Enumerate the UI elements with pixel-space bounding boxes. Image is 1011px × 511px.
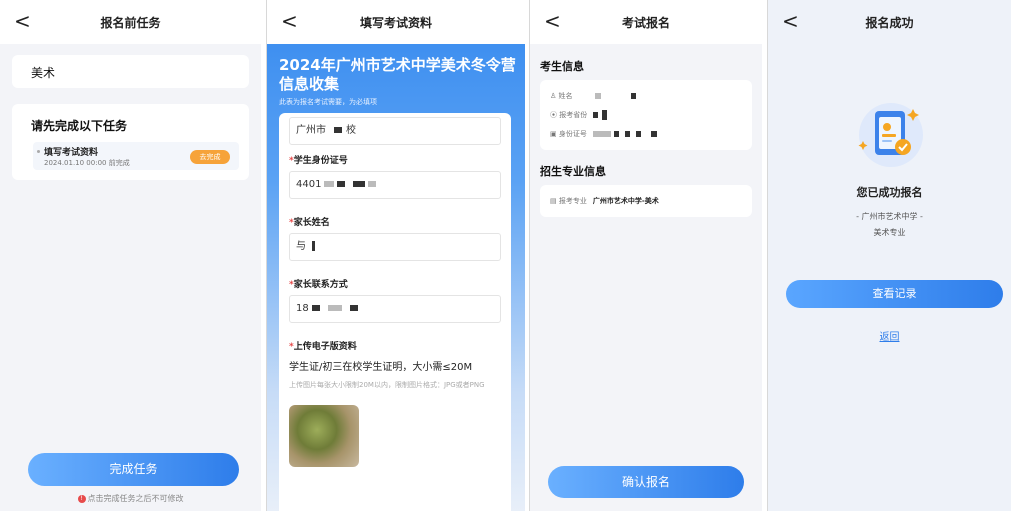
upload-tip: 学生证/初三在校学生证明，大小需≤20M (289, 362, 473, 373)
masked-text (613, 131, 619, 137)
student-info-card: ♙ 姓名 ⦿ 报考省份 ▣ 身份证号 (540, 80, 752, 150)
parent-phone-field[interactable]: 18 (289, 295, 501, 323)
masked-text (334, 127, 342, 133)
bullet-icon (37, 150, 40, 153)
page-title: 报名前任务 (100, 16, 161, 30)
screen-pre-registration-tasks: < 报名前任务 美术 请先完成以下任务 填写考试资料 2024.01.10 00… (0, 0, 261, 511)
parent-phone-label: *家长联系方式 (289, 280, 348, 290)
task-name: 填写考试资料 (44, 148, 99, 158)
go-complete-button[interactable]: 去完成 (190, 150, 230, 164)
banner-subtitle: 此表为报名考试需要，为必填项 (279, 98, 377, 106)
upload-note: 上传图片每张大小限制20M以内，限制图片格式：JPG或者PNG (289, 381, 485, 389)
person-icon: ♙ (550, 92, 557, 100)
finish-task-button[interactable]: 完成任务 (28, 453, 239, 486)
page-title: 考试报名 (621, 16, 670, 30)
nav-bar: < 填写考试资料 (267, 0, 525, 44)
nav-bar: < 考试报名 (530, 0, 762, 44)
province-row: ⦿ 报考省份 (550, 110, 608, 120)
major-value: 广州市艺术中学-美术 (592, 197, 659, 205)
masked-text (324, 181, 335, 187)
masked-text (602, 110, 608, 120)
masked-text (327, 305, 342, 311)
alert-icon: ! (77, 494, 86, 503)
task-deadline: 2024.01.10 00:00 前完成 (44, 159, 130, 167)
banner-title: 2024年广州市艺术中学美术冬令营信息收集 (279, 56, 516, 93)
masked-text (368, 181, 377, 187)
success-major: 美术专业 (873, 228, 906, 237)
success-school: - 广州市艺术中学 - (856, 212, 923, 221)
task-heading: 请先完成以下任务 (31, 119, 128, 133)
id-field[interactable]: 4401 (289, 171, 501, 199)
masked-text (650, 131, 657, 137)
masked-text (592, 131, 611, 137)
school-field[interactable]: 广州市 校 (289, 117, 501, 145)
return-link[interactable]: 返回 (768, 328, 1011, 343)
masked-text (311, 305, 320, 311)
masked-text (624, 131, 630, 137)
page-title: 报名成功 (865, 16, 914, 30)
student-info-heading: 考生信息 (540, 60, 584, 73)
location-icon: ⦿ (550, 111, 557, 119)
success-document-icon (858, 103, 923, 167)
success-title: 您已成功报名 (856, 186, 923, 199)
screen-registration-success: < 报名成功 您已成功报名 - 广州市艺术中学 - 美术专业 查看记录 返回 (767, 0, 1011, 511)
school-suffix: 校 (346, 125, 356, 136)
document-icon: ▤ (550, 197, 557, 205)
confirm-registration-button[interactable]: 确认报名 (548, 466, 744, 498)
masked-text (635, 131, 641, 137)
major-info-card: ▤ 报考专业 广州市艺术中学-美术 (540, 185, 752, 217)
screen-exam-info-form: < 填写考试资料 2024年广州市艺术中学美术冬令营信息收集 此表为报名考试需要… (266, 0, 525, 511)
parent-name-value: 与 (296, 241, 306, 252)
screen-exam-registration: < 考试报名 考生信息 ♙ 姓名 ⦿ 报考省份 ▣ 身份证号 招生专业信息 ▤ … (529, 0, 762, 511)
parent-name-label: *家长姓名 (289, 218, 330, 228)
masked-text (594, 93, 601, 99)
id-card-icon: ▣ (550, 130, 557, 138)
task-item[interactable]: 填写考试资料 2024.01.10 00:00 前完成 去完成 (33, 142, 239, 170)
nav-bar: < 报名前任务 (0, 0, 261, 44)
uploaded-image-thumbnail[interactable] (289, 405, 359, 467)
view-records-button[interactable]: 查看记录 (786, 280, 1003, 308)
parent-name-field[interactable]: 与 (289, 233, 501, 261)
parent-phone-value: 18 (296, 303, 309, 314)
school-value: 广州市 (296, 125, 326, 136)
task-card: 请先完成以下任务 填写考试资料 2024.01.10 00:00 前完成 去完成 (12, 104, 249, 180)
masked-text (593, 112, 599, 118)
upload-label: *上传电子版资料 (289, 342, 357, 352)
nav-bar: < 报名成功 (768, 0, 1011, 44)
masked-text (337, 181, 346, 187)
id-value: 4401 (296, 179, 322, 190)
major-info-heading: 招生专业信息 (540, 165, 606, 178)
finish-warning: ! 点击完成任务之后不可修改 (0, 493, 261, 504)
warning-text: 点击完成任务之后不可修改 (87, 494, 184, 503)
masked-text (630, 93, 636, 99)
idcard-row: ▣ 身份证号 (550, 129, 657, 139)
masked-text (312, 241, 315, 251)
major-name: 美术 (31, 66, 56, 80)
masked-text (349, 305, 358, 311)
masked-text (353, 181, 366, 187)
page-title: 填写考试资料 (359, 16, 432, 30)
name-row: ♙ 姓名 (550, 91, 636, 101)
major-row: ▤ 报考专业 广州市艺术中学-美术 (550, 197, 659, 205)
id-label: *学生身份证号 (289, 156, 348, 166)
form-card: 广州市 校 *学生身份证号 4401 *家长姓名 与 *家长联系方式 18 *上传… (279, 113, 511, 511)
major-card: 美术 (12, 55, 249, 88)
